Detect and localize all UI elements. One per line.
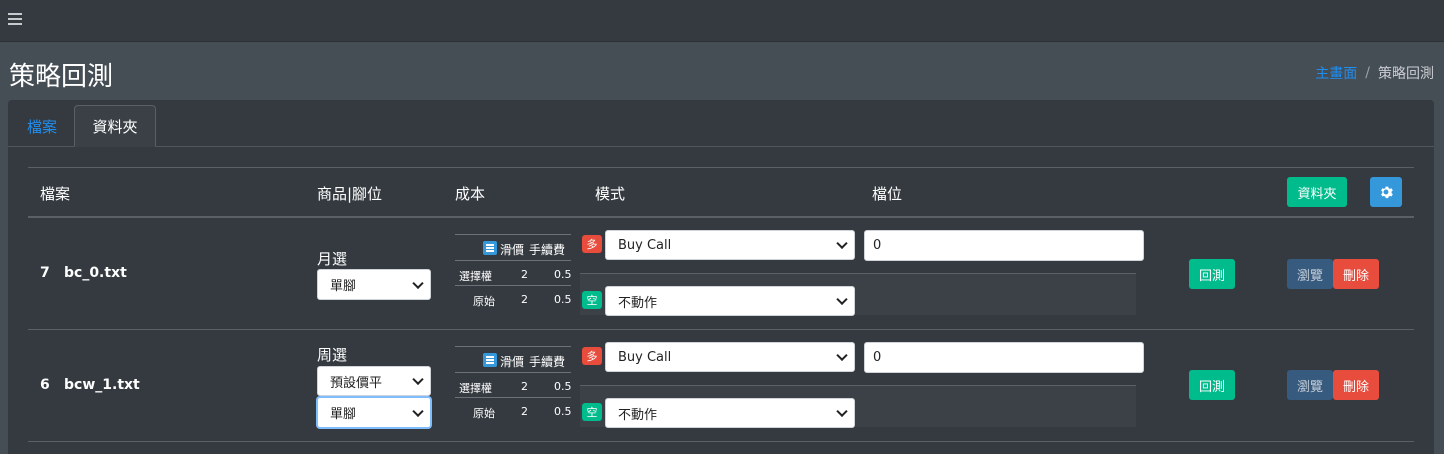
options-label: 選擇權: [459, 382, 492, 395]
tab-bar: 檔案 資料夾: [8, 100, 1434, 147]
list-icon: [483, 353, 497, 367]
cost-panel: 滑價 手續費 選擇權 2 0.5 原始 2 0.5: [455, 234, 572, 312]
mode-divider: [580, 273, 1136, 274]
long-mode-value: Buy Call: [618, 349, 672, 365]
short-mode-select[interactable]: 不動作: [605, 398, 855, 428]
table-header-border: [28, 216, 1414, 218]
header-cost: 成本: [455, 185, 486, 203]
position-input[interactable]: 0: [864, 230, 1144, 261]
options-fee: 0.5: [554, 380, 572, 393]
cost-divider: [455, 260, 571, 261]
chevron-down-icon: [412, 277, 424, 289]
leg-select[interactable]: 單腳: [317, 269, 431, 300]
menu-icon[interactable]: [8, 13, 22, 27]
header-mode: 模式: [595, 185, 626, 203]
top-navbar: [0, 0, 1444, 42]
options-slippage: 2: [521, 268, 528, 281]
options-slippage: 2: [521, 380, 528, 393]
original-slippage: 2: [521, 405, 528, 418]
leg-select[interactable]: 單腳: [317, 397, 431, 428]
breadcrumb: 主畫面 / 策略回測: [1315, 63, 1434, 83]
cost-divider: [455, 397, 571, 398]
row-filename: bcw_1.txt: [64, 377, 140, 393]
long-badge: 多: [582, 235, 602, 253]
row-number: 6: [40, 377, 50, 393]
settings-button[interactable]: [1370, 177, 1402, 207]
backtest-button[interactable]: 回測: [1189, 259, 1235, 289]
position-input[interactable]: 0: [864, 342, 1144, 373]
chevron-down-icon: [836, 237, 848, 250]
product-label: 月選: [317, 250, 348, 268]
leg-select-value: 單腳: [330, 279, 357, 294]
long-mode-select[interactable]: Buy Call: [605, 342, 855, 372]
chevron-down-icon: [836, 293, 848, 306]
short-badge: 空: [582, 403, 602, 421]
backtest-button[interactable]: 回測: [1189, 370, 1235, 400]
mode-divider: [580, 385, 1136, 386]
row-number: 7: [40, 265, 50, 281]
original-slippage: 2: [521, 293, 528, 306]
row-filename: bc_0.txt: [64, 265, 127, 281]
short-mode-select[interactable]: 不動作: [605, 286, 855, 316]
chevron-down-icon: [412, 405, 424, 417]
gear-icon: [1381, 186, 1393, 199]
page-title: 策略回測: [9, 62, 114, 92]
breadcrumb-home-link[interactable]: 主畫面: [1315, 63, 1357, 83]
tab-folder[interactable]: 資料夾: [74, 105, 156, 147]
chevron-down-icon: [412, 373, 424, 386]
cost-slippage-label: 滑價: [500, 243, 525, 257]
cost-divider: [455, 372, 571, 373]
options-label: 選擇權: [459, 270, 492, 283]
cost-fee-label: 手續費: [529, 355, 566, 369]
delete-button[interactable]: 刪除: [1333, 259, 1379, 289]
breadcrumb-separator: /: [1365, 65, 1370, 81]
cost-divider: [455, 234, 571, 235]
table-top-border: [28, 167, 1414, 168]
cost-slippage-label: 滑價: [500, 355, 525, 369]
cost-fee-label: 手續費: [529, 243, 566, 257]
cost-divider: [455, 346, 571, 347]
short-mode-value: 不動作: [618, 295, 658, 311]
tab-files[interactable]: 檔案: [12, 105, 72, 147]
close-select-value: 預設價平: [330, 375, 383, 391]
row-divider: [28, 329, 1414, 330]
cost-panel: 滑價 手續費 選擇權 2 0.5 原始 2 0.5: [455, 346, 572, 424]
short-badge: 空: [582, 291, 602, 309]
position-value: 0: [873, 350, 882, 365]
original-label: 原始: [473, 407, 495, 420]
close-select[interactable]: 預設價平: [317, 366, 431, 396]
long-badge: 多: [582, 347, 602, 365]
browse-button[interactable]: 瀏覽: [1287, 370, 1333, 400]
cost-divider: [455, 285, 571, 286]
leg-select-value: 單腳: [330, 407, 357, 422]
position-value: 0: [873, 238, 882, 253]
long-mode-value: Buy Call: [618, 237, 672, 253]
options-fee: 0.5: [554, 268, 572, 281]
long-mode-select[interactable]: Buy Call: [605, 230, 855, 260]
original-label: 原始: [473, 295, 495, 308]
delete-button[interactable]: 刪除: [1333, 370, 1379, 400]
header-file: 檔案: [40, 185, 71, 203]
row-divider: [28, 441, 1414, 442]
chevron-down-icon: [836, 349, 848, 362]
original-fee: 0.5: [554, 293, 572, 306]
breadcrumb-current: 策略回測: [1378, 66, 1434, 82]
browse-button[interactable]: 瀏覽: [1287, 259, 1333, 289]
list-icon: [483, 241, 497, 255]
folder-button[interactable]: 資料夾: [1287, 177, 1347, 207]
header-position: 檔位: [872, 185, 903, 203]
short-mode-value: 不動作: [618, 407, 658, 423]
header-product: 商品|腳位: [317, 185, 383, 203]
product-label: 周選: [317, 346, 348, 364]
chevron-down-icon: [836, 405, 848, 418]
original-fee: 0.5: [554, 405, 572, 418]
